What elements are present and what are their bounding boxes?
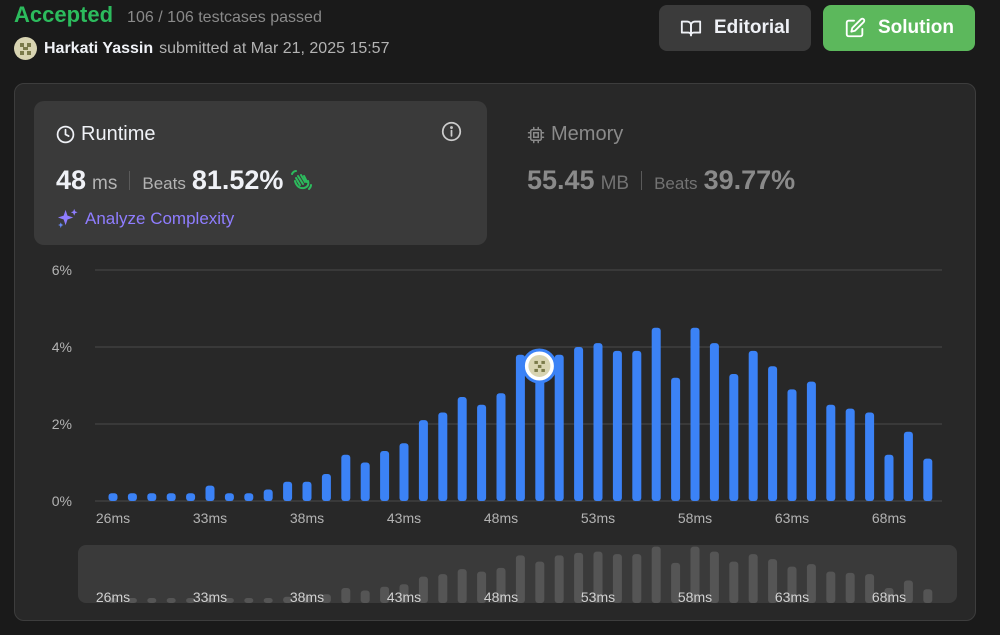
x-tick-label: 38ms [290,510,324,526]
minimap-tick-label: 48ms [484,589,518,605]
bar [224,493,234,501]
bar [418,420,428,501]
bar [380,450,390,501]
bar [612,350,622,501]
x-tick-label: 63ms [775,510,809,526]
bar [748,350,758,501]
minimap-tick-label: 53ms [581,589,615,605]
bar [399,443,409,501]
minimap-bar [244,598,254,603]
bar [341,454,351,501]
bar [438,412,448,501]
bar [574,347,584,501]
bar [263,489,273,501]
bar [515,354,525,501]
y-tick-label: 0% [52,493,72,509]
bar [845,408,855,501]
minimap-tick-label: 33ms [193,589,227,605]
minimap-bar [748,554,758,603]
bar [671,377,681,501]
y-tick-label: 6% [52,262,72,278]
minimap-bar [263,598,273,603]
x-tick-label: 26ms [96,510,130,526]
bar [283,481,293,501]
avatar-pixel [534,368,538,372]
minimap-bar [632,554,642,603]
bar [205,485,215,501]
x-tick-label: 58ms [678,510,712,526]
avatar-pixel [537,364,542,368]
bar [690,327,700,501]
bar [903,431,913,501]
bar [477,404,487,501]
bar [321,474,331,501]
bar [806,381,816,501]
minimap-bar [826,571,836,603]
bar [923,458,933,501]
runtime-distribution-chart: 0% 2% 4% 6% 26ms 33ms 38ms 43ms 48ms 53ms 58ms 63ms… [52,262,957,605]
x-tick-label: 33ms [193,510,227,526]
minimap-bar [923,589,933,603]
bar [127,493,137,501]
x-tick-label: 53ms [581,510,615,526]
minimap-bar [554,555,564,603]
bar [632,350,642,501]
bar [593,343,603,501]
minimap-bar [729,561,739,603]
bar [826,404,836,501]
minimap-bar [438,574,448,603]
bar [496,393,506,501]
x-tick-label: 43ms [387,510,421,526]
bar [865,412,875,501]
bar [166,493,176,501]
x-tick-label: 68ms [872,510,906,526]
bar [554,354,564,501]
minimap-tick-label: 43ms [387,589,421,605]
avatar-pixel [534,360,538,364]
minimap-tick-label: 63ms [775,589,809,605]
x-tick-label: 48ms [484,510,518,526]
minimap-tick-label: 38ms [290,589,324,605]
minimap-bar [535,561,545,603]
avatar-pixel [541,360,545,364]
bar [729,373,739,501]
bar [108,493,118,501]
minimap-bar [147,598,157,603]
minimap-bar [651,546,661,603]
bar [768,366,778,501]
bar [709,343,719,501]
bar [186,493,196,501]
bar [147,493,157,501]
minimap-bar [845,572,855,603]
bar [787,389,797,501]
bar [884,454,894,501]
bar [302,481,312,501]
bar [651,327,661,501]
minimap-tick-label: 58ms [678,589,712,605]
y-tick-label: 2% [52,416,72,432]
minimap-bar [457,569,467,603]
avatar-pixel [541,368,545,372]
bar [457,397,467,501]
minimap-bar [341,587,351,603]
minimap-bar [360,590,370,603]
bar [244,493,254,501]
minimap-bar [166,598,176,603]
minimap-tick-label: 26ms [96,589,130,605]
bar [360,462,370,501]
minimap-tick-label: 68ms [872,589,906,605]
bar [535,373,545,501]
y-tick-label: 4% [52,339,72,355]
